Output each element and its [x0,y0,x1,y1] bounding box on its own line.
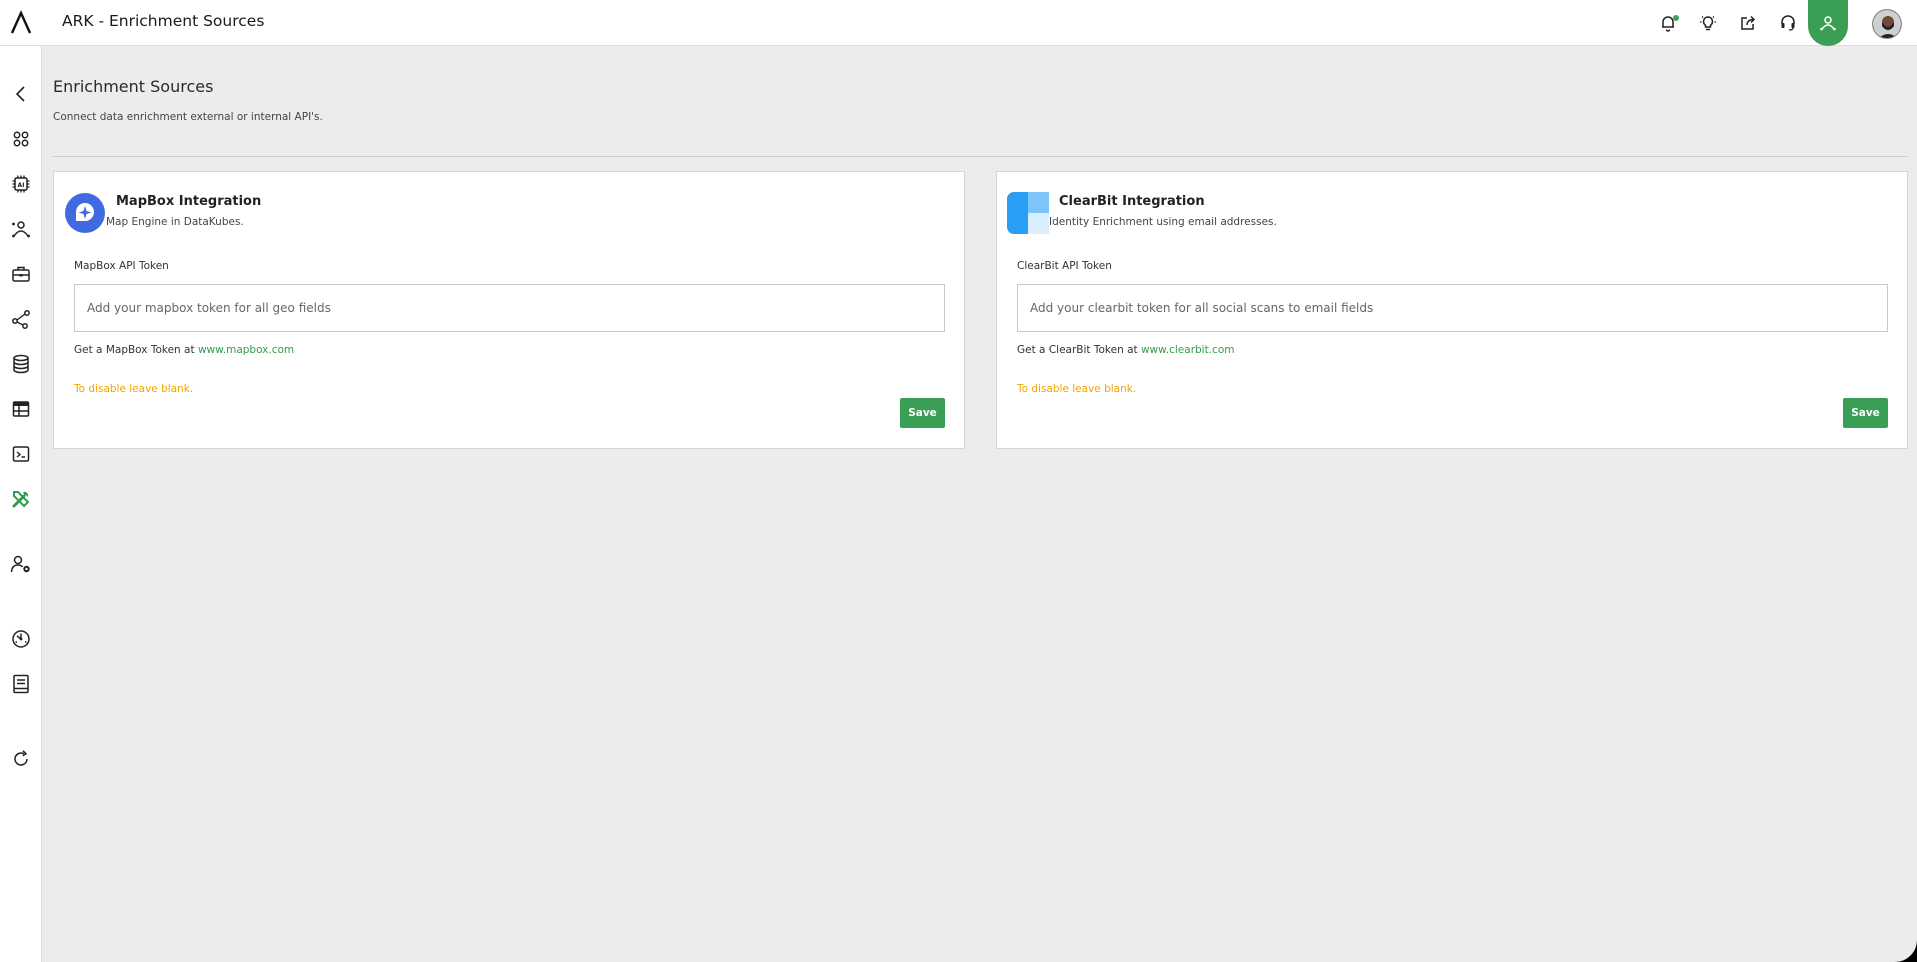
mapbox-link[interactable]: www.mapbox.com [198,344,294,356]
disable-hint: To disable leave blank. [74,383,194,395]
mapbox-integration-card: MapBox Integration Map Engine in DataKub… [53,171,965,449]
notification-dot [1673,15,1679,21]
user-network-button[interactable] [1808,0,1848,46]
card-description: Map Engine in DataKubes. [106,216,244,228]
page-title: Enrichment Sources [53,77,214,96]
card-title: MapBox Integration [116,194,262,209]
headset-icon[interactable] [1776,11,1800,35]
card-title: ClearBit Integration [1059,194,1205,209]
avatar[interactable] [1872,9,1902,39]
user-network-icon[interactable] [9,217,33,241]
book-icon[interactable] [9,672,33,696]
app-frame: ARK - Enrichment Sources AI Enrichment S… [0,0,1917,962]
clearbit-token-label: ClearBit API Token [1017,260,1112,272]
refresh-icon[interactable] [9,747,33,771]
share-icon[interactable] [1736,11,1760,35]
mapbox-help-text: Get a MapBox Token at www.mapbox.com [74,344,294,356]
mapbox-token-label: MapBox API Token [74,260,169,272]
app-title: ARK - Enrichment Sources [62,12,265,30]
top-bar: ARK - Enrichment Sources [0,0,1917,46]
database-icon[interactable] [9,352,33,376]
apps-icon[interactable] [9,127,33,151]
table-icon[interactable] [9,397,33,421]
clearbit-integration-card: ClearBit Integration Identity Enrichment… [996,171,1908,449]
card-description: Identity Enrichment using email addresse… [1049,216,1277,228]
clearbit-help-text: Get a ClearBit Token at www.clearbit.com [1017,344,1234,356]
clearbit-link[interactable]: www.clearbit.com [1141,344,1235,356]
divider [53,156,1907,157]
lightbulb-icon[interactable] [1696,11,1720,35]
main-content: Enrichment Sources Connect data enrichme… [42,46,1917,962]
mapbox-token-input[interactable] [74,284,945,332]
back-icon[interactable] [9,82,33,106]
clearbit-logo-icon [1007,192,1049,234]
help-prefix: Get a ClearBit Token at [1017,344,1138,356]
ai-chip-icon[interactable]: AI [9,172,33,196]
graph-icon[interactable] [9,307,33,331]
terminal-icon[interactable] [9,442,33,466]
mapbox-save-button[interactable]: Save [900,398,945,428]
help-prefix: Get a MapBox Token at [74,344,195,356]
clearbit-token-input[interactable] [1017,284,1888,332]
user-network-icon [1820,16,1836,31]
toolbox-icon[interactable] [9,262,33,286]
clearbit-save-button[interactable]: Save [1843,398,1888,428]
user-settings-icon[interactable] [9,552,33,576]
ark-logo[interactable] [8,10,34,36]
tools-icon[interactable] [9,487,33,511]
bell-icon[interactable] [1656,11,1680,35]
svg-text:AI: AI [18,182,25,189]
mapbox-logo-icon [65,193,105,233]
disable-hint: To disable leave blank. [1017,383,1137,395]
page-subtitle: Connect data enrichment external or inte… [53,111,323,123]
dashboard-gauge-icon[interactable] [9,627,33,651]
sidebar: AI [0,46,42,962]
